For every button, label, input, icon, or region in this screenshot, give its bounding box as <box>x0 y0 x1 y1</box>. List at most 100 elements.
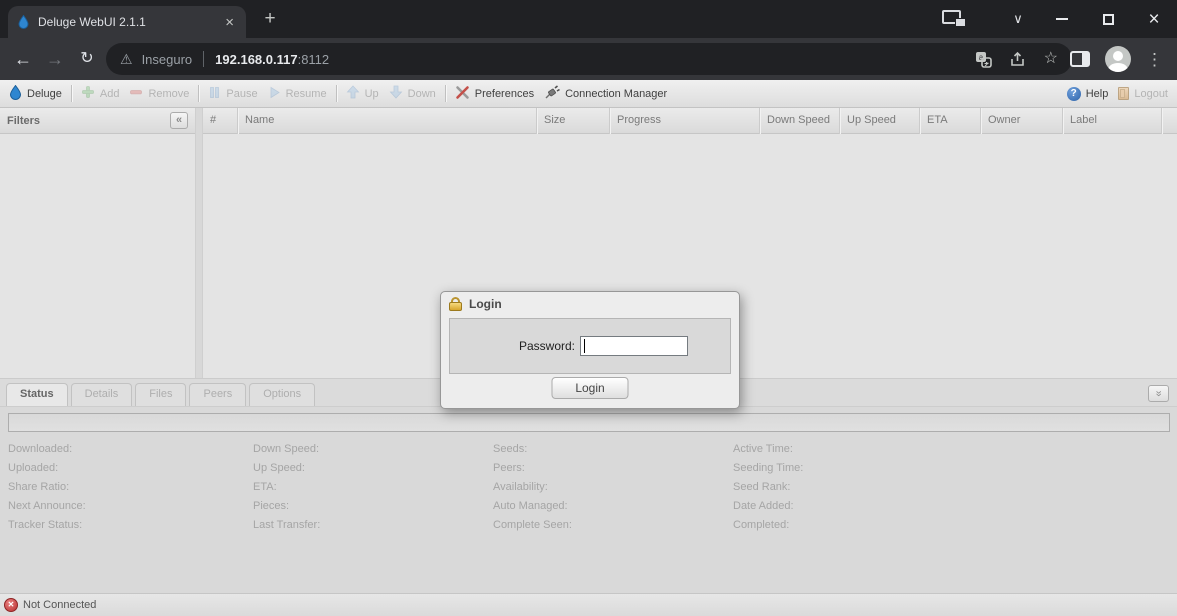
login-button[interactable]: Login <box>552 377 629 399</box>
omnibox-actions: a ☆ <box>975 51 1058 68</box>
security-label[interactable]: Inseguro <box>142 52 193 67</box>
toolbar-preferences-label: Preferences <box>475 88 534 100</box>
forward-button[interactable]: → <box>42 46 68 72</box>
login-dialog-title: Login <box>469 297 502 311</box>
tab-capture-icon[interactable] <box>942 10 966 27</box>
status-label: Uploaded: <box>8 459 86 478</box>
toolbar-remove-button[interactable]: Remove <box>124 82 194 106</box>
toolbar-logout-button[interactable]: Logout <box>1113 82 1173 106</box>
tab-files[interactable]: Files <box>135 383 186 406</box>
toolbar-down-label: Down <box>408 88 436 100</box>
status-label: Date Added: <box>733 497 803 516</box>
column-header-up-speed[interactable]: Up Speed <box>840 108 920 134</box>
toolbar-deluge-button[interactable]: Deluge <box>4 82 67 106</box>
details-panel: Status Details Files Peers Options » Dow… <box>0 378 1177 593</box>
tab-options[interactable]: Options <box>249 383 315 406</box>
translate-icon[interactable]: a <box>975 51 992 68</box>
side-panel-icon[interactable] <box>1070 51 1090 67</box>
pause-icon <box>208 86 221 102</box>
toolbar-connection-manager-label: Connection Manager <box>565 88 667 100</box>
browser-tab-deluge[interactable]: Deluge WebUI 2.1.1 × <box>8 6 246 38</box>
not-connected-icon: ✕ <box>4 598 18 612</box>
status-label: Seeds: <box>493 440 572 459</box>
toolbar-pause-button[interactable]: Pause <box>203 82 262 106</box>
toolbar-up-label: Up <box>365 88 379 100</box>
panel-splitter[interactable] <box>195 108 203 378</box>
close-icon: × <box>1148 10 1159 29</box>
status-label: Active Time: <box>733 440 803 459</box>
window-controls: × <box>1039 0 1177 38</box>
reload-button[interactable]: ↻ <box>74 46 100 72</box>
filters-panel: Filters « <box>0 108 195 378</box>
tab-status[interactable]: Status <box>6 383 68 406</box>
share-icon[interactable] <box>1009 51 1027 67</box>
deluge-toolbar: Deluge Add Remove Pause <box>0 80 1177 108</box>
deluge-drop-icon <box>9 85 22 103</box>
browser-window: Deluge WebUI 2.1.1 × + ∨ × ← → ↻ ⚠ Inseg… <box>0 0 1177 616</box>
column-header-filler <box>1162 108 1177 134</box>
browser-navbar: ← → ↻ ⚠ Inseguro 192.168.0.117 :8112 a ☆ <box>0 38 1177 80</box>
column-header-owner[interactable]: Owner <box>981 108 1063 134</box>
toolbar-pause-label: Pause <box>226 88 257 100</box>
capture-inner <box>955 18 966 27</box>
status-label: Peers: <box>493 459 572 478</box>
column-header-number[interactable]: # <box>203 108 238 134</box>
back-button[interactable]: ← <box>10 46 36 72</box>
status-label: Next Announce: <box>8 497 86 516</box>
url-port: :8112 <box>298 52 330 67</box>
column-header-progress[interactable]: Progress <box>610 108 760 134</box>
login-dialog: Login Password: Login <box>440 291 740 409</box>
filters-title: Filters <box>7 115 40 127</box>
password-input[interactable] <box>580 336 688 356</box>
bookmark-star-icon[interactable]: ☆ <box>1044 51 1058 67</box>
details-collapse-button[interactable]: » <box>1148 385 1169 402</box>
profile-avatar[interactable] <box>1105 46 1131 72</box>
column-header-down-speed[interactable]: Down Speed <box>760 108 840 134</box>
tab-details[interactable]: Details <box>71 383 133 406</box>
toolbar-help-button[interactable]: ? Help <box>1062 82 1114 106</box>
status-label: Seeding Time: <box>733 459 803 478</box>
deluge-favicon-icon <box>18 15 29 29</box>
toolbar-add-button[interactable]: Add <box>76 82 125 106</box>
resume-icon <box>268 86 281 102</box>
toolbar-preferences-button[interactable]: Preferences <box>450 82 539 106</box>
new-tab-button[interactable]: + <box>258 8 282 32</box>
toolbar-down-button[interactable]: Down <box>384 82 441 106</box>
column-header-name[interactable]: Name <box>238 108 537 134</box>
status-column-3: Seeds: Peers: Availability: Auto Managed… <box>493 440 572 535</box>
tab-close-icon[interactable]: × <box>223 15 236 30</box>
toolbar-up-button[interactable]: Up <box>341 82 384 106</box>
toolbar-resume-button[interactable]: Resume <box>263 82 332 106</box>
maximize-button[interactable] <box>1085 0 1131 38</box>
avatar-head <box>1113 51 1123 61</box>
column-header-eta[interactable]: ETA <box>920 108 981 134</box>
minimize-icon <box>1056 18 1068 20</box>
status-column-4: Active Time: Seeding Time: Seed Rank: Da… <box>733 440 803 535</box>
address-bar[interactable]: ⚠ Inseguro 192.168.0.117 :8112 a ☆ <box>106 43 1072 75</box>
chevron-down-icon: » <box>1151 390 1166 396</box>
queue-down-icon <box>389 85 403 102</box>
status-label: Down Speed: <box>253 440 320 459</box>
status-label: Completed: <box>733 516 803 535</box>
login-form: Password: <box>449 318 731 374</box>
toolbar-separator <box>336 85 337 102</box>
status-label: Up Speed: <box>253 459 320 478</box>
minimize-button[interactable] <box>1039 0 1085 38</box>
login-dialog-titlebar[interactable]: Login <box>441 292 739 316</box>
column-header-size[interactable]: Size <box>537 108 610 134</box>
status-label: Share Ratio: <box>8 478 86 497</box>
status-label: Seed Rank: <box>733 478 803 497</box>
filters-collapse-button[interactable]: « <box>170 112 188 129</box>
remove-icon <box>129 85 143 102</box>
tab-search-chevron-icon[interactable]: ∨ <box>1006 8 1030 30</box>
toolbar-connection-manager-button[interactable]: Connection Manager <box>539 82 672 106</box>
browser-menu-icon[interactable]: ⋮ <box>1146 51 1163 68</box>
tab-peers[interactable]: Peers <box>189 383 246 406</box>
column-header-label[interactable]: Label <box>1063 108 1162 134</box>
toolbar-remove-label: Remove <box>148 88 189 100</box>
status-label: Last Transfer: <box>253 516 320 535</box>
close-button[interactable]: × <box>1131 0 1177 38</box>
connection-statusbar: ✕ Not Connected <box>0 593 1177 616</box>
toolbar-help-label: Help <box>1086 88 1109 100</box>
navbar-right: ⋮ <box>1070 38 1177 80</box>
